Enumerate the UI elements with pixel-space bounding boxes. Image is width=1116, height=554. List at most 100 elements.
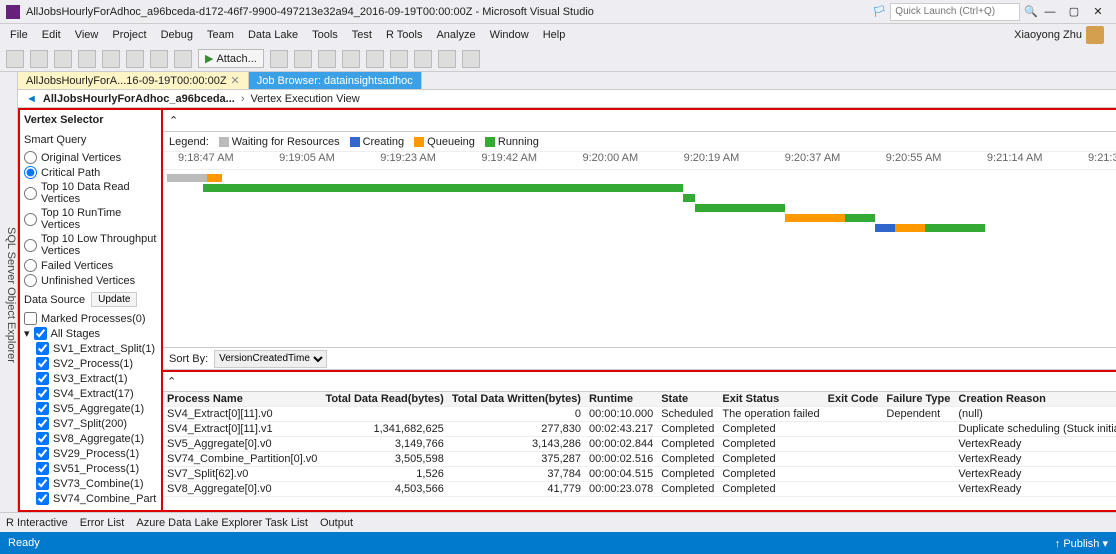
tool-i[interactable] xyxy=(462,50,480,68)
tool-e[interactable] xyxy=(366,50,384,68)
gantt-bar[interactable] xyxy=(845,214,875,222)
stage-checkbox[interactable] xyxy=(36,342,49,355)
allstages-checkbox[interactable] xyxy=(34,327,47,340)
table-row[interactable]: SV4_Extract[0][11].v0000:00:10.000Schedu… xyxy=(163,407,1116,422)
gantt-bar[interactable] xyxy=(875,224,895,232)
save-button[interactable] xyxy=(102,50,120,68)
menu-datalake[interactable]: Data Lake xyxy=(242,27,304,43)
nav-fwd-button[interactable] xyxy=(30,50,48,68)
column-header[interactable]: Exit Code xyxy=(824,392,883,407)
marked-processes[interactable]: Marked Processes(0) xyxy=(24,311,157,326)
menu-analyze[interactable]: Analyze xyxy=(430,27,481,43)
stage-checkbox[interactable] xyxy=(36,417,49,430)
tool-b[interactable] xyxy=(294,50,312,68)
collapse-icon[interactable]: ⌃ xyxy=(169,114,178,127)
menu-file[interactable]: File xyxy=(4,27,34,43)
stage-checkbox[interactable] xyxy=(36,462,49,475)
tab-job[interactable]: AllJobsHourlyForA...16-09-19T00:00:00Z ✕ xyxy=(18,72,249,89)
bt-errorlist[interactable]: Error List xyxy=(80,517,125,529)
update-button[interactable]: Update xyxy=(91,292,137,307)
tool-g[interactable] xyxy=(414,50,432,68)
query-radio[interactable]: Top 10 RunTime Vertices xyxy=(24,206,157,232)
bt-adl-tasklist[interactable]: Azure Data Lake Explorer Task List xyxy=(136,517,308,529)
table-row[interactable]: SV4_Extract[0][11].v11,341,682,625277,83… xyxy=(163,422,1116,437)
radio-input[interactable] xyxy=(24,259,37,272)
menu-project[interactable]: Project xyxy=(106,27,152,43)
radio-input[interactable] xyxy=(24,151,37,164)
undo-button[interactable] xyxy=(150,50,168,68)
table-row[interactable]: SV5_Aggregate[0].v03,149,7663,143,28600:… xyxy=(163,437,1116,452)
query-radio[interactable]: Failed Vertices xyxy=(24,258,157,273)
radio-input[interactable] xyxy=(24,187,37,200)
stage-item[interactable]: SV8_Aggregate(1) xyxy=(36,431,157,446)
gantt-bar[interactable] xyxy=(167,174,207,182)
attach-button[interactable]: ▶ Attach... xyxy=(198,49,264,68)
breadcrumb-job[interactable]: AllJobsHourlyForAdhoc_a96bceda... xyxy=(43,93,235,105)
all-stages[interactable]: ▾ All Stages xyxy=(24,326,157,341)
menu-view[interactable]: View xyxy=(69,27,105,43)
search-icon[interactable]: 🔍 xyxy=(1024,5,1038,18)
open-button[interactable] xyxy=(78,50,96,68)
column-header[interactable]: Failure Type xyxy=(882,392,954,407)
quick-launch-input[interactable] xyxy=(890,3,1020,21)
menu-test[interactable]: Test xyxy=(346,27,378,43)
stage-checkbox[interactable] xyxy=(36,357,49,370)
query-radio[interactable]: Top 10 Data Read Vertices xyxy=(24,180,157,206)
grid[interactable]: Process NameTotal Data Read(bytes)Total … xyxy=(163,392,1116,510)
redo-button[interactable] xyxy=(174,50,192,68)
stage-checkbox[interactable] xyxy=(36,447,49,460)
menu-edit[interactable]: Edit xyxy=(36,27,67,43)
gantt-bar[interactable] xyxy=(895,224,925,232)
tool-h[interactable] xyxy=(438,50,456,68)
sortby-select[interactable]: VersionCreatedTime xyxy=(214,350,327,368)
column-header[interactable]: Creation Reason xyxy=(954,392,1116,407)
column-header[interactable]: Total Data Written(bytes) xyxy=(448,392,585,407)
user-area[interactable]: Xiaoyong Zhu xyxy=(1014,26,1112,44)
gantt-bar[interactable] xyxy=(925,224,985,232)
tool-a[interactable] xyxy=(270,50,288,68)
gantt-bar[interactable] xyxy=(695,204,785,212)
stage-item[interactable]: SV2_Process(1) xyxy=(36,356,157,371)
query-radio[interactable]: Original Vertices xyxy=(24,150,157,165)
stage-checkbox[interactable] xyxy=(36,387,49,400)
tool-f[interactable] xyxy=(390,50,408,68)
radio-input[interactable] xyxy=(24,213,37,226)
radio-input[interactable] xyxy=(24,239,37,252)
table-row[interactable]: SV74_Combine_Partition[0].v03,505,598375… xyxy=(163,452,1116,467)
stage-item[interactable]: SV51_Process(1) xyxy=(36,461,157,476)
bt-rinteractive[interactable]: R Interactive xyxy=(6,517,68,529)
gantt-bar[interactable] xyxy=(683,194,695,202)
restore-button[interactable]: ▢ xyxy=(1062,5,1086,18)
bt-output[interactable]: Output xyxy=(320,517,353,529)
tab-browser[interactable]: Job Browser: datainsightsadhoc xyxy=(249,72,422,89)
stage-item[interactable]: SV1_Extract_Split(1) xyxy=(36,341,157,356)
publish-button[interactable]: ↑ Publish ▾ xyxy=(1055,537,1108,550)
gantt-bar[interactable] xyxy=(785,214,845,222)
table-row[interactable]: SV7_Split[62].v01,52637,78400:00:04.515C… xyxy=(163,467,1116,482)
stage-item[interactable]: SV74_Combine_Partition(1) xyxy=(36,491,157,506)
menu-debug[interactable]: Debug xyxy=(155,27,199,43)
query-radio[interactable]: Critical Path xyxy=(24,165,157,180)
stage-checkbox[interactable] xyxy=(36,477,49,490)
saveall-button[interactable] xyxy=(126,50,144,68)
tool-d[interactable] xyxy=(342,50,360,68)
radio-input[interactable] xyxy=(24,166,37,179)
radio-input[interactable] xyxy=(24,274,37,287)
close-button[interactable]: ✕ xyxy=(1086,5,1110,18)
tool-c[interactable] xyxy=(318,50,336,68)
column-header[interactable]: Total Data Read(bytes) xyxy=(321,392,447,407)
menu-tools[interactable]: Tools xyxy=(306,27,344,43)
gantt-body[interactable] xyxy=(163,170,1116,290)
new-button[interactable] xyxy=(54,50,72,68)
stage-checkbox[interactable] xyxy=(36,402,49,415)
close-icon[interactable]: ✕ xyxy=(231,74,240,87)
marked-checkbox[interactable] xyxy=(24,312,37,325)
minimize-button[interactable]: — xyxy=(1038,6,1062,18)
menu-window[interactable]: Window xyxy=(484,27,535,43)
menu-help[interactable]: Help xyxy=(537,27,572,43)
column-header[interactable]: Runtime xyxy=(585,392,657,407)
stage-item[interactable]: SV5_Aggregate(1) xyxy=(36,401,157,416)
stage-item[interactable]: SV4_Extract(17) xyxy=(36,386,157,401)
table-row[interactable]: SV8_Aggregate[0].v04,503,56641,77900:00:… xyxy=(163,482,1116,497)
back-icon[interactable]: ◄ xyxy=(26,93,37,105)
